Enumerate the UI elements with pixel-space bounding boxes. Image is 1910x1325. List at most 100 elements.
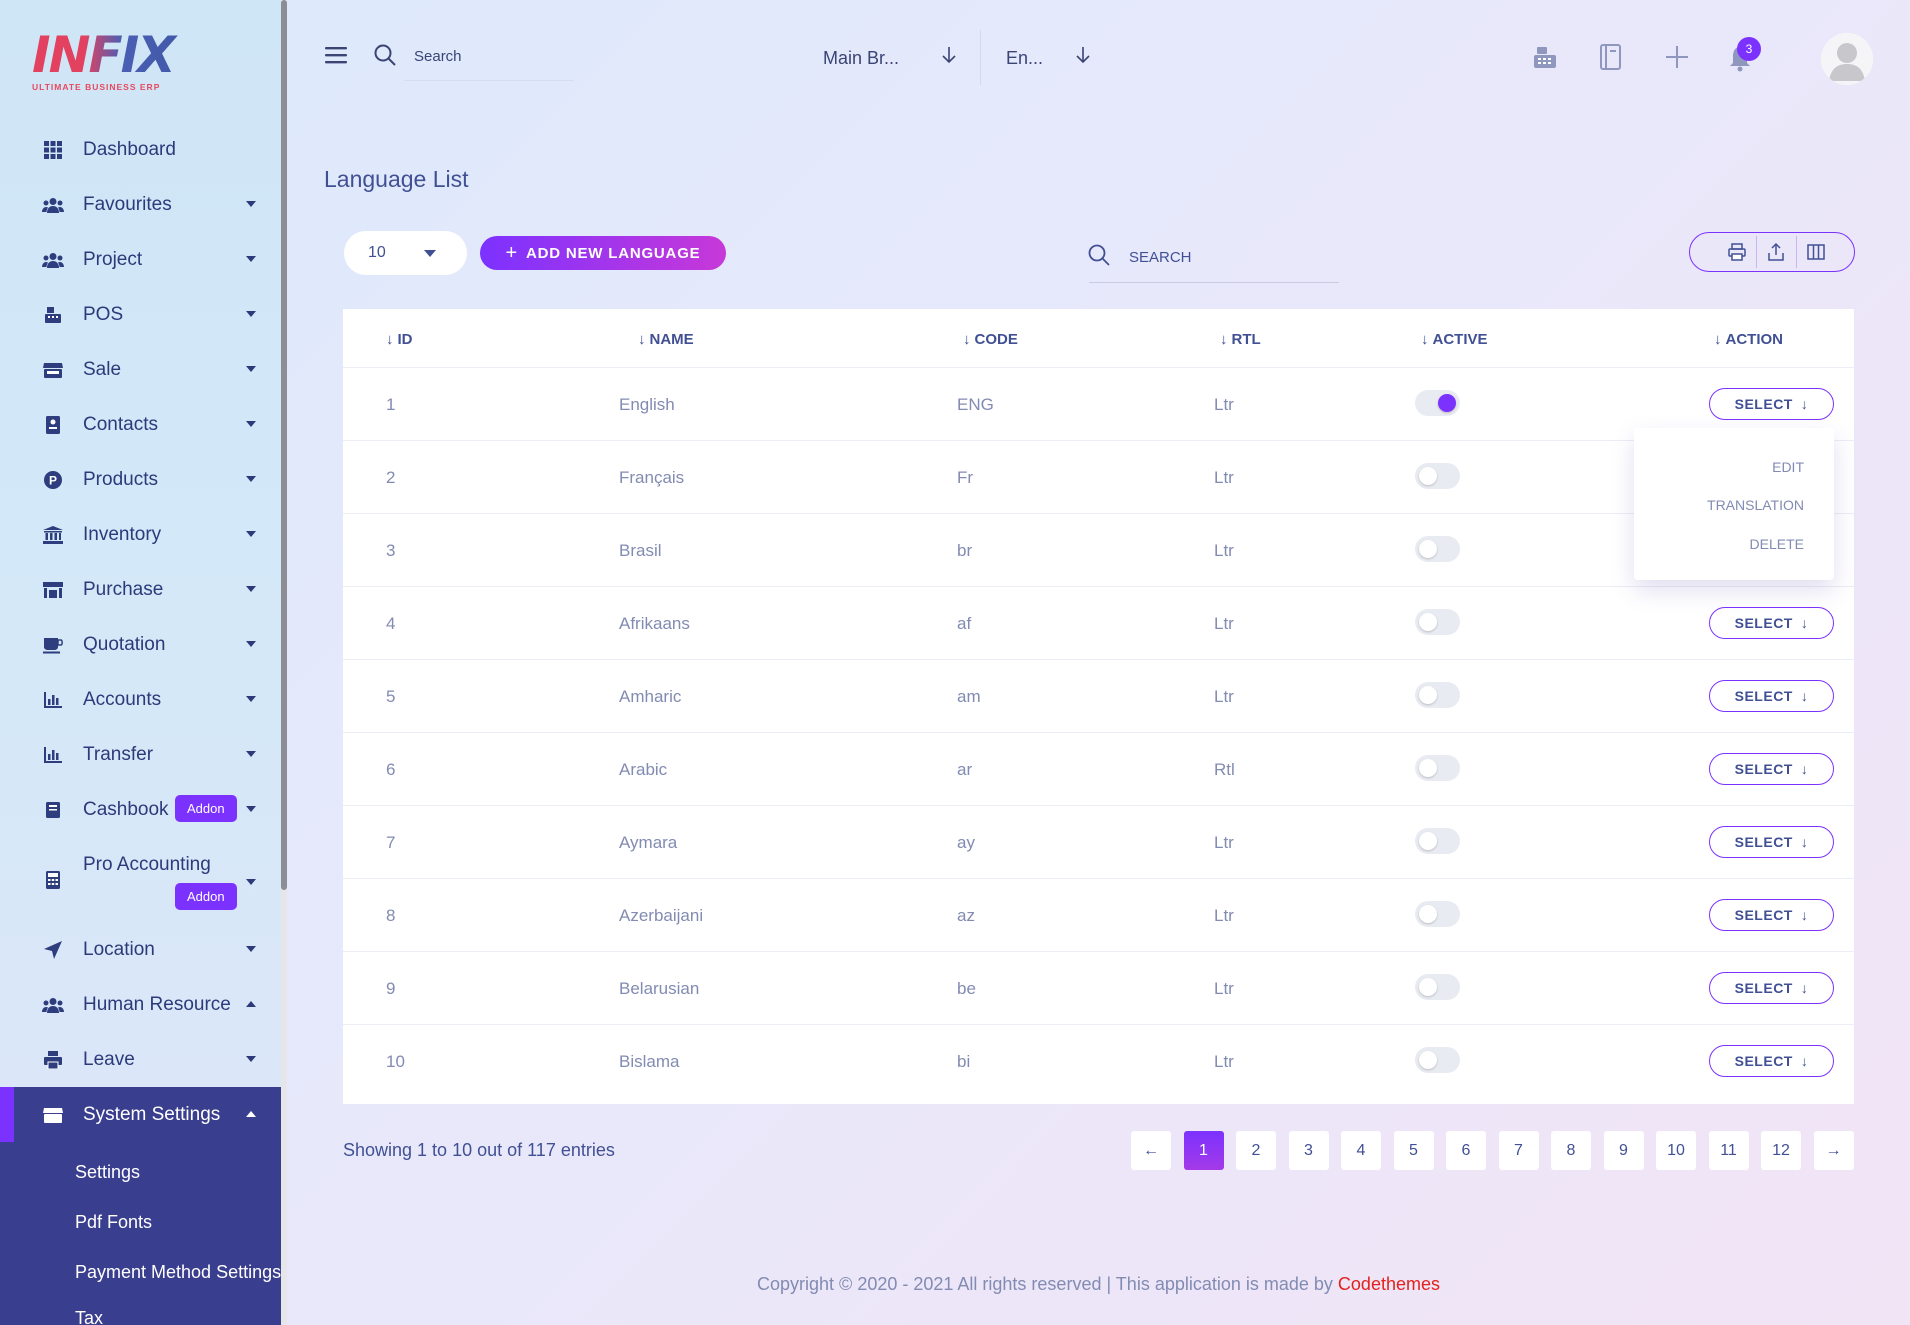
cash-register-icon xyxy=(42,304,64,326)
cell-id: 9 xyxy=(386,979,396,998)
cell-rtl: Ltr xyxy=(1214,468,1234,487)
active-toggle[interactable] xyxy=(1415,463,1460,489)
arrow-down-icon[interactable] xyxy=(1075,46,1091,69)
branch-select[interactable]: Main Br... xyxy=(823,48,899,69)
sidebar-item-project[interactable]: Project xyxy=(0,232,281,287)
select-action-button[interactable]: SELECT ↓ xyxy=(1709,1045,1834,1077)
system-settings-submenu: Settings Pdf Fonts Payment Method Settin… xyxy=(0,1142,281,1325)
footer-brand-link[interactable]: Codethemes xyxy=(1338,1274,1440,1294)
sidebar-item-accounts[interactable]: Accounts xyxy=(0,672,281,727)
sidebar-item-location[interactable]: Location xyxy=(0,922,281,977)
table-search-input[interactable]: SEARCH xyxy=(1129,249,1192,266)
sidebar-item-human-resource[interactable]: Human Resource xyxy=(0,977,281,1032)
table-row: 1 English ENG Ltr SELECT ↓ xyxy=(343,367,1854,440)
sidebar-item-quotation[interactable]: Quotation xyxy=(0,617,281,672)
column-header-id[interactable]: ID xyxy=(386,331,413,348)
page-size-select[interactable]: 10 xyxy=(344,231,467,275)
prev-page-button[interactable]: ← xyxy=(1131,1131,1171,1170)
caret-down-icon xyxy=(246,586,256,592)
print-icon[interactable] xyxy=(1718,236,1756,268)
arrow-down-icon: ↓ xyxy=(1800,1053,1809,1069)
logo[interactable]: INFIX ULTIMATE BUSINESS ERP xyxy=(32,30,182,92)
page-button[interactable]: 5 xyxy=(1393,1131,1434,1170)
column-header-action[interactable]: ACTION xyxy=(1714,331,1784,348)
add-new-language-button[interactable]: + ADD NEW LANGUAGE xyxy=(480,236,726,270)
dropdown-item-delete[interactable]: DELETE xyxy=(1750,536,1804,552)
sidebar-item-transfer[interactable]: Transfer xyxy=(0,727,281,782)
hamburger-menu-icon[interactable] xyxy=(325,46,347,69)
column-header-rtl[interactable]: RTL xyxy=(1220,331,1261,348)
sidebar-item-purchase[interactable]: Purchase xyxy=(0,562,281,617)
cash-register-icon[interactable] xyxy=(1531,43,1559,76)
active-toggle[interactable] xyxy=(1415,755,1460,781)
select-action-button[interactable]: SELECT ↓ xyxy=(1709,899,1834,931)
avatar[interactable] xyxy=(1821,33,1873,85)
page-button[interactable]: 4 xyxy=(1341,1131,1381,1170)
scrollbar-thumb[interactable] xyxy=(281,0,287,890)
page-button[interactable]: 10 xyxy=(1656,1131,1696,1170)
page-button[interactable]: 11 xyxy=(1708,1131,1749,1170)
sidebar-item-leave[interactable]: Leave xyxy=(0,1032,281,1087)
select-action-button[interactable]: SELECT ↓ xyxy=(1709,972,1834,1004)
column-header-code[interactable]: CODE xyxy=(963,331,1018,348)
toggle-knob xyxy=(1419,1051,1437,1069)
page-button[interactable]: 8 xyxy=(1551,1131,1591,1170)
search-icon[interactable] xyxy=(373,43,397,72)
column-header-name[interactable]: NAME xyxy=(638,331,694,348)
dropdown-item-edit[interactable]: EDIT xyxy=(1772,459,1804,475)
column-header-active[interactable]: ACTIVE xyxy=(1421,331,1488,348)
select-action-button[interactable]: SELECT ↓ xyxy=(1709,607,1834,639)
active-toggle[interactable] xyxy=(1415,974,1460,1000)
sidebar-item-contacts[interactable]: Contacts xyxy=(0,397,281,452)
select-action-button[interactable]: SELECT ↓ xyxy=(1709,826,1834,858)
sidebar-item-favourites[interactable]: Favourites xyxy=(0,177,281,232)
next-page-button[interactable]: → xyxy=(1813,1131,1854,1170)
svg-text:P: P xyxy=(49,473,57,487)
upload-export-icon[interactable] xyxy=(1757,236,1795,268)
active-toggle[interactable] xyxy=(1415,682,1460,708)
select-action-button[interactable]: SELECT ↓ xyxy=(1709,753,1834,785)
submenu-item-settings[interactable]: Settings xyxy=(75,1162,140,1183)
sidebar-item-sale[interactable]: Sale xyxy=(0,342,281,397)
submenu-item-pdf-fonts[interactable]: Pdf Fonts xyxy=(75,1212,152,1233)
select-action-button[interactable]: SELECT ↓ xyxy=(1709,388,1834,420)
page-button[interactable]: 1 xyxy=(1183,1131,1224,1170)
sidebar: INFIX ULTIMATE BUSINESS ERP Dashboard Fav… xyxy=(0,0,281,1325)
caret-down-icon xyxy=(246,1056,256,1062)
plus-icon[interactable] xyxy=(1664,44,1690,75)
sidebar-item-cashbook[interactable]: Cashbook Addon xyxy=(0,782,281,837)
dropdown-item-translation[interactable]: TRANSLATION xyxy=(1707,497,1804,513)
page-button[interactable]: 6 xyxy=(1446,1131,1486,1170)
sidebar-item-pro-accounting[interactable]: Pro Accounting Addon xyxy=(0,837,281,922)
active-toggle[interactable] xyxy=(1415,828,1460,854)
page-button[interactable]: 12 xyxy=(1761,1131,1801,1170)
cell-code: br xyxy=(957,541,973,560)
select-label: SELECT xyxy=(1734,615,1793,631)
active-toggle[interactable] xyxy=(1415,1047,1460,1073)
notebook-icon[interactable] xyxy=(1598,43,1624,76)
active-toggle[interactable] xyxy=(1415,609,1460,635)
toggle-knob xyxy=(1419,467,1437,485)
columns-icon[interactable] xyxy=(1797,236,1835,268)
language-select[interactable]: En... xyxy=(1006,48,1043,69)
submenu-item-tax[interactable]: Tax xyxy=(75,1308,103,1325)
cell-name: Amharic xyxy=(619,687,682,706)
search-icon[interactable] xyxy=(1087,243,1111,272)
sidebar-scrollbar[interactable] xyxy=(281,0,287,1325)
page-button[interactable]: 7 xyxy=(1498,1131,1539,1170)
active-toggle[interactable] xyxy=(1415,901,1460,927)
sidebar-item-inventory[interactable]: Inventory xyxy=(0,507,281,562)
page-button[interactable]: 2 xyxy=(1236,1131,1276,1170)
sidebar-item-dashboard[interactable]: Dashboard xyxy=(0,122,281,177)
active-toggle[interactable] xyxy=(1415,390,1460,416)
page-button[interactable]: 9 xyxy=(1603,1131,1644,1170)
sidebar-item-pos[interactable]: POS xyxy=(0,287,281,342)
active-toggle[interactable] xyxy=(1415,536,1460,562)
sidebar-item-system-settings[interactable]: System Settings xyxy=(0,1087,281,1142)
page-button[interactable]: 3 xyxy=(1288,1131,1329,1170)
caret-up-icon xyxy=(246,1001,256,1007)
sidebar-item-products[interactable]: P Products xyxy=(0,452,281,507)
header-search-input[interactable]: Search xyxy=(414,48,462,65)
select-action-button[interactable]: SELECT ↓ xyxy=(1709,680,1834,712)
arrow-down-icon[interactable] xyxy=(941,46,957,69)
